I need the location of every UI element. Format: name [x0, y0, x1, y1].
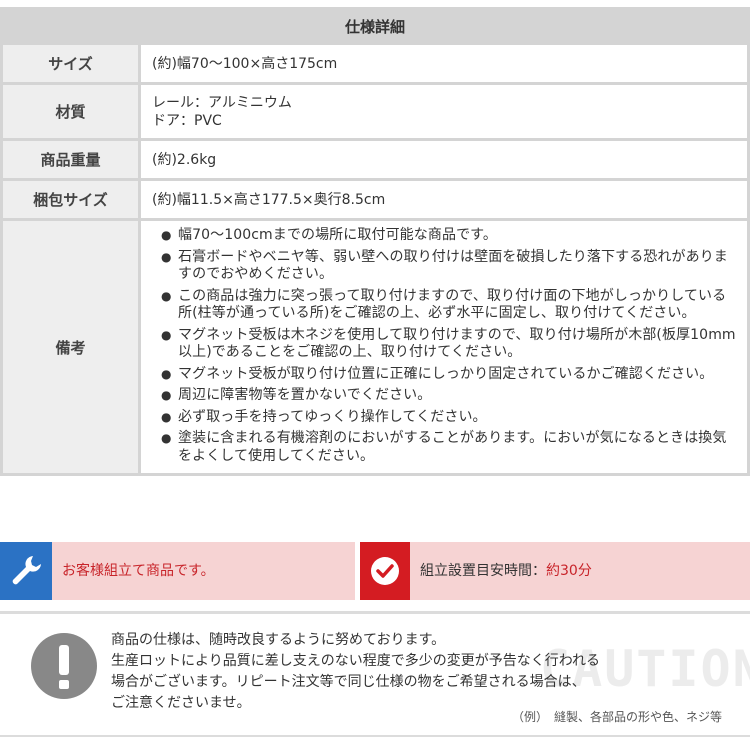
spec-row-material: 材質 レール：アルミニウム ドア：PVC: [3, 85, 747, 138]
list-item: ● この商品は強力に突っ張って取り付けますので、取り付け面の下地がしっかりしている…: [161, 287, 739, 323]
bullet-icon: ●: [161, 366, 172, 381]
list-item: ● 幅70～100cmまでの場所に取付可能な商品です。: [161, 227, 739, 245]
caution-line: 生産ロットにより品質に差し支えのない程度で多少の変更が予告なく行われる: [111, 653, 601, 669]
clock-icon: [360, 542, 410, 600]
spec-row-package-size: 梱包サイズ (約)幅11.5×高さ177.5×奥行8.5cm: [3, 181, 747, 218]
spec-value-material: レール：アルミニウム ドア：PVC: [141, 85, 747, 138]
list-item: ● 必ず取っ手を持ってゆっくり操作してください。: [161, 408, 739, 427]
material-rail: レール：アルミニウム: [152, 94, 292, 111]
note-text: マグネット受板が取り付け位置に正確にしっかり固定されているかご確認ください。: [178, 365, 714, 382]
spec-value-size: (約)幅70～100×高さ175cm: [141, 45, 747, 82]
bullet-icon: ●: [161, 249, 172, 264]
note-text: 周辺に障害物等を置かないでください。: [178, 387, 432, 403]
assembly-time-label: 組立設置目安時間：: [420, 563, 546, 579]
exclamation-icon: [30, 632, 98, 700]
spec-value-weight: (約)2.6kg: [141, 141, 747, 178]
spec-value-notes: ● 幅70～100cmまでの場所に取付可能な商品です。 ● 石膏ボードやベニヤ等、弱…: [141, 221, 747, 473]
list-item: ● 石膏ボードやベニヤ等、弱い壁への取り付けは壁面を破損したり落下する恐れがありま…: [161, 248, 739, 284]
bullet-icon: ●: [161, 388, 172, 402]
assembly-time-text: 組立設置目安時間：約30分: [420, 562, 592, 580]
caution-divider-top: [0, 611, 750, 614]
caution-line: 場合がございます。リピート注文等で同じ仕様の物をご希望される場合は、: [111, 674, 586, 690]
spec-label-material: 材質: [3, 85, 138, 138]
spec-label-weight: 商品重量: [3, 141, 138, 178]
bullet-icon: ●: [161, 327, 172, 342]
bullet-icon: ●: [161, 431, 172, 445]
spec-row-weight: 商品重量 (約)2.6kg: [3, 141, 747, 178]
spec-label-size: サイズ: [3, 45, 138, 82]
spec-row-notes: 備考 ● 幅70～100cmまでの場所に取付可能な商品です。 ● 石膏ボードやベニヤ…: [3, 221, 747, 473]
wrench-icon: [0, 542, 52, 600]
note-text: 幅70～100cmまでの場所に取付可能な商品です。: [178, 227, 497, 243]
bullet-icon: ●: [161, 288, 172, 303]
assembly-banner: お客様組立て商品です。: [0, 542, 355, 600]
spec-table: 仕様詳細 サイズ (約)幅70～100×高さ175cm 材質 レール：アルミニウ…: [0, 7, 750, 476]
notes-list: ● 幅70～100cmまでの場所に取付可能な商品です。 ● 石膏ボードやベニヤ等、弱…: [152, 227, 739, 465]
note-text: 必ず取っ手を持ってゆっくり操作してください。: [178, 408, 487, 425]
spec-value-package-size: (約)幅11.5×高さ177.5×奥行8.5cm: [141, 181, 747, 218]
caution-text: 商品の仕様は、随時改良するように努めております。 生産ロットにより品質に差し支え…: [111, 630, 631, 714]
note-text: この商品は強力に突っ張って取り付けますので、取り付け面の下地がしっかりしている所…: [178, 287, 727, 322]
bullet-icon: ●: [161, 409, 172, 424]
list-item: ● マグネット受板が取り付け位置に正確にしっかり固定されているかご確認ください。: [161, 365, 739, 384]
list-item: ● 周辺に障害物等を置かないでください。: [161, 387, 739, 405]
spec-row-size: サイズ (約)幅70～100×高さ175cm: [3, 45, 747, 82]
bullet-icon: ●: [161, 228, 172, 242]
material-door: ドア：PVC: [152, 112, 222, 129]
spec-label-notes: 備考: [3, 221, 138, 473]
caution-example: （例） 縫製、各部品の形や色、ネジ等: [511, 710, 722, 724]
spec-label-package-size: 梱包サイズ: [3, 181, 138, 218]
note-text: 石膏ボードやベニヤ等、弱い壁への取り付けは壁面を破損したり落下する恐れがあります…: [178, 248, 728, 283]
assembly-time-banner: 組立設置目安時間：約30分: [360, 542, 750, 600]
assembly-banner-text: お客様組立て商品です。: [62, 563, 215, 579]
caution-line: 商品の仕様は、随時改良するように努めております。: [111, 632, 446, 648]
spec-table-title: 仕様詳細: [3, 10, 747, 42]
assembly-time-value: 約30分: [546, 563, 592, 579]
note-text: 塗装に含まれる有機溶剤のにおいがすることがあります。においが気になるときは換気を…: [178, 430, 727, 464]
note-text: マグネット受板は木ネジを使用して取り付けますので、取り付け場所が木部(板厚10m…: [178, 326, 736, 361]
list-item: ● 塗装に含まれる有機溶剤のにおいがすることがあります。においが気になるときは換気…: [161, 430, 739, 465]
caution-divider-bottom: [0, 735, 750, 737]
list-item: ● マグネット受板は木ネジを使用して取り付けますので、取り付け場所が木部(板厚10…: [161, 326, 739, 362]
